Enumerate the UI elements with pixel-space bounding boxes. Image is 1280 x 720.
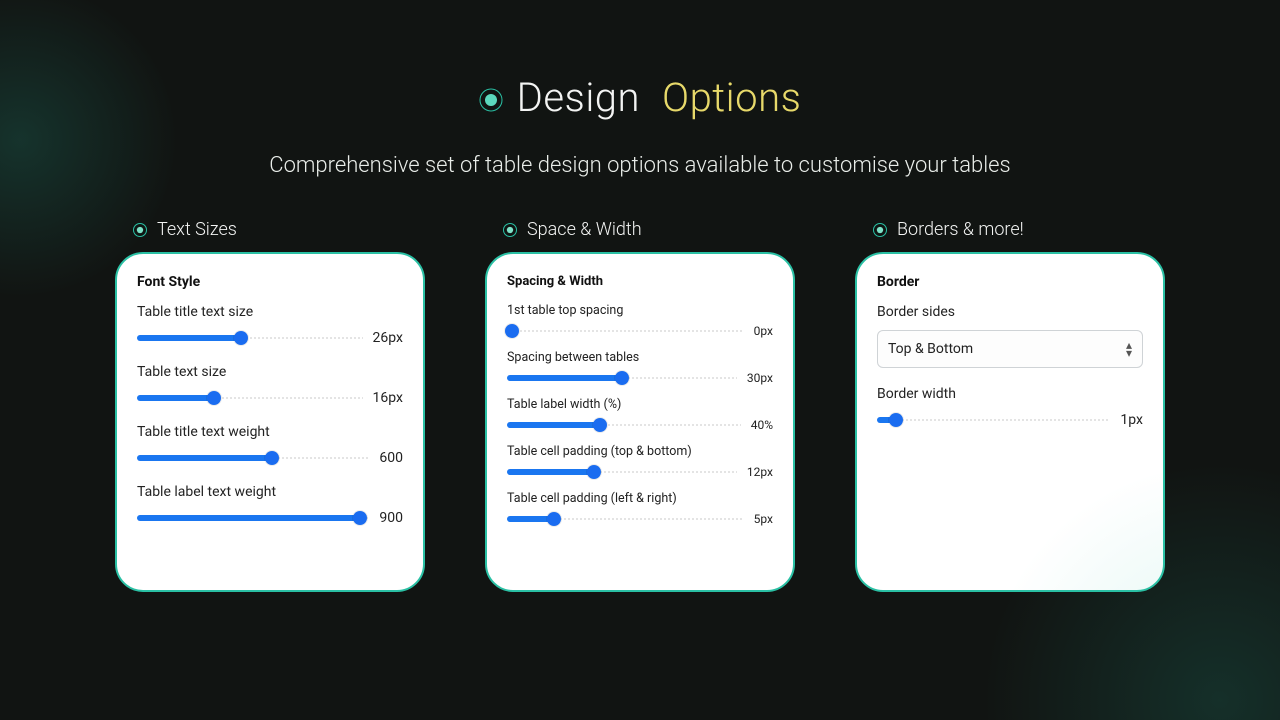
slider-track[interactable] bbox=[507, 418, 741, 432]
setting-row: Table label text weight 900 bbox=[137, 484, 403, 526]
settings-card: Font StyleTable title text size26pxTable… bbox=[115, 252, 425, 592]
chevrons-icon: ▴▾ bbox=[1126, 339, 1132, 359]
setting-value: 40% bbox=[751, 418, 773, 432]
slider-track[interactable] bbox=[507, 324, 744, 338]
setting-label: Table title text size bbox=[137, 304, 403, 320]
slider-track[interactable] bbox=[507, 512, 744, 526]
slider-track[interactable] bbox=[137, 331, 363, 345]
setting-label: Table text size bbox=[137, 364, 403, 380]
setting-label: 1st table top spacing bbox=[507, 303, 773, 318]
setting-label: Border width bbox=[877, 386, 1143, 402]
card-heading: Spacing & Width bbox=[507, 274, 773, 289]
column-title-text: Space & Width bbox=[527, 219, 642, 240]
slider-knob[interactable] bbox=[234, 331, 248, 345]
setting-row: Table label width (%) 40% bbox=[507, 397, 773, 432]
bullet-icon bbox=[873, 219, 887, 240]
card-heading: Font Style bbox=[137, 274, 403, 290]
setting-value: 1px bbox=[1120, 412, 1143, 428]
column-title: Borders & more! bbox=[873, 219, 1165, 240]
setting-value: 30px bbox=[747, 371, 773, 385]
slider-track[interactable] bbox=[877, 413, 1110, 427]
setting-value: 26px bbox=[373, 330, 403, 346]
slider-knob[interactable] bbox=[207, 391, 221, 405]
page-subtitle: Comprehensive set of table design option… bbox=[260, 149, 1020, 183]
column-title-text: Borders & more! bbox=[897, 219, 1024, 240]
bullet-icon bbox=[479, 74, 503, 121]
setting-value: 12px bbox=[747, 465, 773, 479]
setting-row: 1st table top spacing 0px bbox=[507, 303, 773, 338]
setting-label: Table title text weight bbox=[137, 424, 403, 440]
setting-row: Table title text weight 600 bbox=[137, 424, 403, 466]
slider-knob[interactable] bbox=[505, 324, 519, 338]
setting-label: Table cell padding (left & right) bbox=[507, 491, 773, 506]
slider-knob[interactable] bbox=[587, 465, 601, 479]
bullet-icon bbox=[503, 219, 517, 240]
card-heading: Border bbox=[877, 274, 1143, 290]
settings-card: Spacing & Width 1st table top spacing 0px S… bbox=[485, 252, 795, 592]
setting-label: Spacing between tables bbox=[507, 350, 773, 365]
setting-label: Table cell padding (top & bottom) bbox=[507, 444, 773, 459]
select-label: Border sides bbox=[877, 304, 1143, 320]
slider-knob[interactable] bbox=[547, 512, 561, 526]
title-word-options: Options bbox=[662, 74, 801, 121]
setting-row: Table cell padding (top & bottom) 12px bbox=[507, 444, 773, 479]
setting-row: Table text size 16px bbox=[137, 364, 403, 406]
setting-label: Table label width (%) bbox=[507, 397, 773, 412]
slider-track[interactable] bbox=[507, 371, 737, 385]
setting-row: Table cell padding (left & right) 5px bbox=[507, 491, 773, 526]
setting-row: Spacing between tables 30px bbox=[507, 350, 773, 385]
slider-knob[interactable] bbox=[593, 418, 607, 432]
slider-track[interactable] bbox=[507, 465, 737, 479]
slider-knob[interactable] bbox=[265, 451, 279, 465]
page-title: Design Options bbox=[479, 74, 802, 121]
slider-track[interactable] bbox=[137, 451, 369, 465]
setting-value: 16px bbox=[373, 390, 403, 406]
column-title: Space & Width bbox=[503, 219, 795, 240]
setting-label: Table label text weight bbox=[137, 484, 403, 500]
setting-row: Border width 1px bbox=[877, 386, 1143, 428]
setting-value: 5px bbox=[754, 512, 773, 526]
setting-value: 0px bbox=[754, 324, 773, 338]
slider-track[interactable] bbox=[137, 511, 369, 525]
slider-knob[interactable] bbox=[615, 371, 629, 385]
slider-knob[interactable] bbox=[889, 413, 903, 427]
slider-knob[interactable] bbox=[353, 511, 367, 525]
title-word-design: Design bbox=[517, 74, 640, 121]
setting-row: Table title text size 26px bbox=[137, 304, 403, 346]
setting-value: 900 bbox=[379, 510, 403, 526]
border-sides-select[interactable]: Top & Bottom ▴▾ bbox=[877, 330, 1143, 368]
setting-value: 600 bbox=[379, 450, 403, 466]
select-value: Top & Bottom bbox=[888, 341, 973, 357]
slider-track[interactable] bbox=[137, 391, 363, 405]
